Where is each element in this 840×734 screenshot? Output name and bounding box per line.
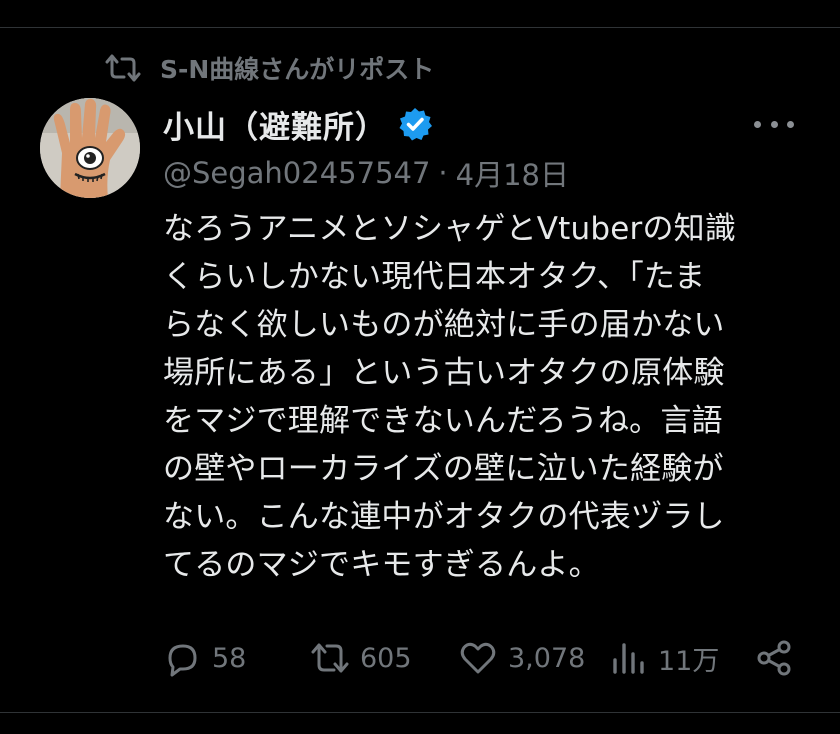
reply-count: 58 xyxy=(212,642,247,674)
like-button[interactable]: 3,078 xyxy=(458,636,585,680)
post-date[interactable]: 4月18日 xyxy=(456,152,569,194)
share-icon xyxy=(757,640,791,676)
author-row: 小山（避難所） xyxy=(163,100,433,148)
repost-banner[interactable]: S-N曲線さんがリポスト xyxy=(104,50,434,86)
views-icon xyxy=(613,643,644,674)
repost-icon xyxy=(311,643,349,673)
verified-badge-icon[interactable] xyxy=(397,106,433,142)
author-handle[interactable]: @Segah02457547 xyxy=(163,156,430,190)
repost-button[interactable]: 605 xyxy=(310,636,412,680)
hand-eye-avatar xyxy=(40,98,140,198)
repost-banner-text: S-N曲線さんがリポスト xyxy=(160,55,435,84)
share-button[interactable] xyxy=(754,636,794,680)
repost-icon xyxy=(105,54,141,82)
top-divider xyxy=(0,27,840,28)
action-bar: 58 605 3,078 11万 xyxy=(162,636,802,680)
tweet-text: なろうアニメとソシャゲとVtuberの知識 くらいしかない現代日本オタク、「たま… xyxy=(163,211,737,583)
avatar[interactable] xyxy=(40,98,140,198)
author-display-name[interactable]: 小山（避難所） xyxy=(163,102,387,147)
repost-count: 605 xyxy=(360,642,412,674)
more-options-icon[interactable] xyxy=(754,112,794,136)
views-button[interactable]: 11万 xyxy=(608,636,719,680)
views-count: 11万 xyxy=(658,645,720,677)
like-icon xyxy=(460,642,496,674)
bottom-divider xyxy=(0,712,840,713)
separator-dot: · xyxy=(438,156,448,190)
like-count: 3,078 xyxy=(508,642,586,674)
reply-icon xyxy=(168,644,197,677)
handle-row: @Segah02457547 · 4月18日 xyxy=(163,152,569,194)
reply-button[interactable]: 58 xyxy=(162,636,246,680)
